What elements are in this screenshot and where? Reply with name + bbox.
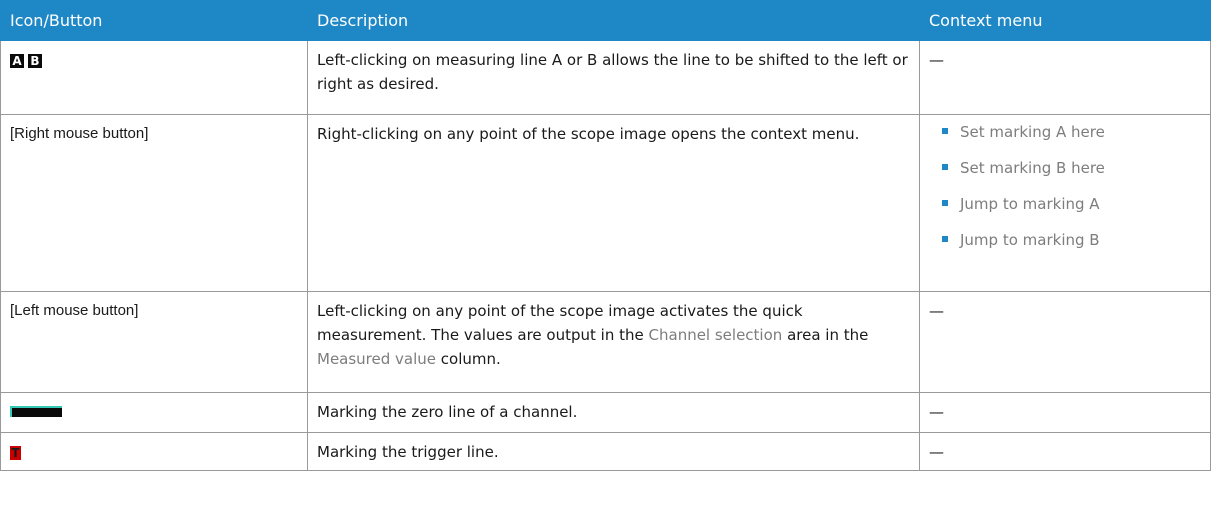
context-menu-item-label: Set marking B here xyxy=(960,159,1105,177)
description-cell: Marking the zero line of a channel. xyxy=(307,392,920,433)
marking-a-icon: A xyxy=(10,54,24,68)
trigger-line-marker-icon: T xyxy=(10,446,21,460)
measuring-line-ab-icons: A B xyxy=(10,54,42,68)
description-text: column. xyxy=(436,350,501,368)
bullet-icon xyxy=(942,235,948,242)
zero-line-marker-icon xyxy=(10,406,62,417)
context-menu-item-label: Jump to marking A xyxy=(960,195,1100,213)
table-row: A B Left-clicking on measuring line A or… xyxy=(0,40,1211,115)
marking-b-icon: B xyxy=(28,54,42,68)
context-none: — xyxy=(929,403,944,421)
context-cell: — xyxy=(919,432,1211,471)
description-cell: Left-clicking on any point of the scope … xyxy=(307,291,920,393)
context-cell: Set marking A here Set marking B here Ju… xyxy=(919,114,1211,292)
context-none: — xyxy=(929,302,944,320)
header-description: Description xyxy=(307,0,920,41)
context-menu-item: Set marking B here xyxy=(942,158,1200,178)
bullet-icon xyxy=(942,163,948,170)
header-icon-button: Icon/Button xyxy=(0,0,308,41)
context-menu-item: Jump to marking A xyxy=(942,194,1200,214)
description-text: area in the xyxy=(782,326,869,344)
context-none: — xyxy=(929,51,944,69)
channel-selection-link[interactable]: Channel selection xyxy=(649,326,783,344)
context-menu-item-label: Set marking A here xyxy=(960,123,1105,141)
bullet-icon xyxy=(942,127,948,134)
button-cell: [Left mouse button] xyxy=(0,291,308,393)
measured-value-link[interactable]: Measured value xyxy=(317,350,436,368)
bullet-icon xyxy=(942,199,948,206)
header-context-menu: Context menu xyxy=(919,0,1211,41)
context-cell: — xyxy=(919,392,1211,433)
description-cell: Left-clicking on measuring line A or B a… xyxy=(307,40,920,115)
context-cell: — xyxy=(919,291,1211,393)
description-cell: Marking the trigger line. xyxy=(307,432,920,471)
table-row: Marking the zero line of a channel. — xyxy=(0,392,1211,433)
context-none: — xyxy=(929,443,944,461)
icon-button-table: Icon/Button Description Context menu A B… xyxy=(0,0,1211,471)
context-menu-item-label: Jump to marking B xyxy=(960,231,1100,249)
table-row: T Marking the trigger line. — xyxy=(0,432,1211,471)
context-menu-item: Set marking A here xyxy=(942,122,1200,142)
context-cell: — xyxy=(919,40,1211,115)
context-menu-list: Set marking A here Set marking B here Ju… xyxy=(929,122,1200,250)
icon-cell: A B xyxy=(0,40,308,115)
icon-cell: T xyxy=(0,432,308,471)
button-cell: [Right mouse button] xyxy=(0,114,308,292)
table-row: [Left mouse button] Left-clicking on any… xyxy=(0,291,1211,393)
context-menu-item: Jump to marking B xyxy=(942,230,1200,250)
icon-cell xyxy=(0,392,308,433)
table-header-row: Icon/Button Description Context menu xyxy=(0,0,1211,41)
description-cell: Right-clicking on any point of the scope… xyxy=(307,114,920,292)
table-row: [Right mouse button] Right-clicking on a… xyxy=(0,114,1211,292)
